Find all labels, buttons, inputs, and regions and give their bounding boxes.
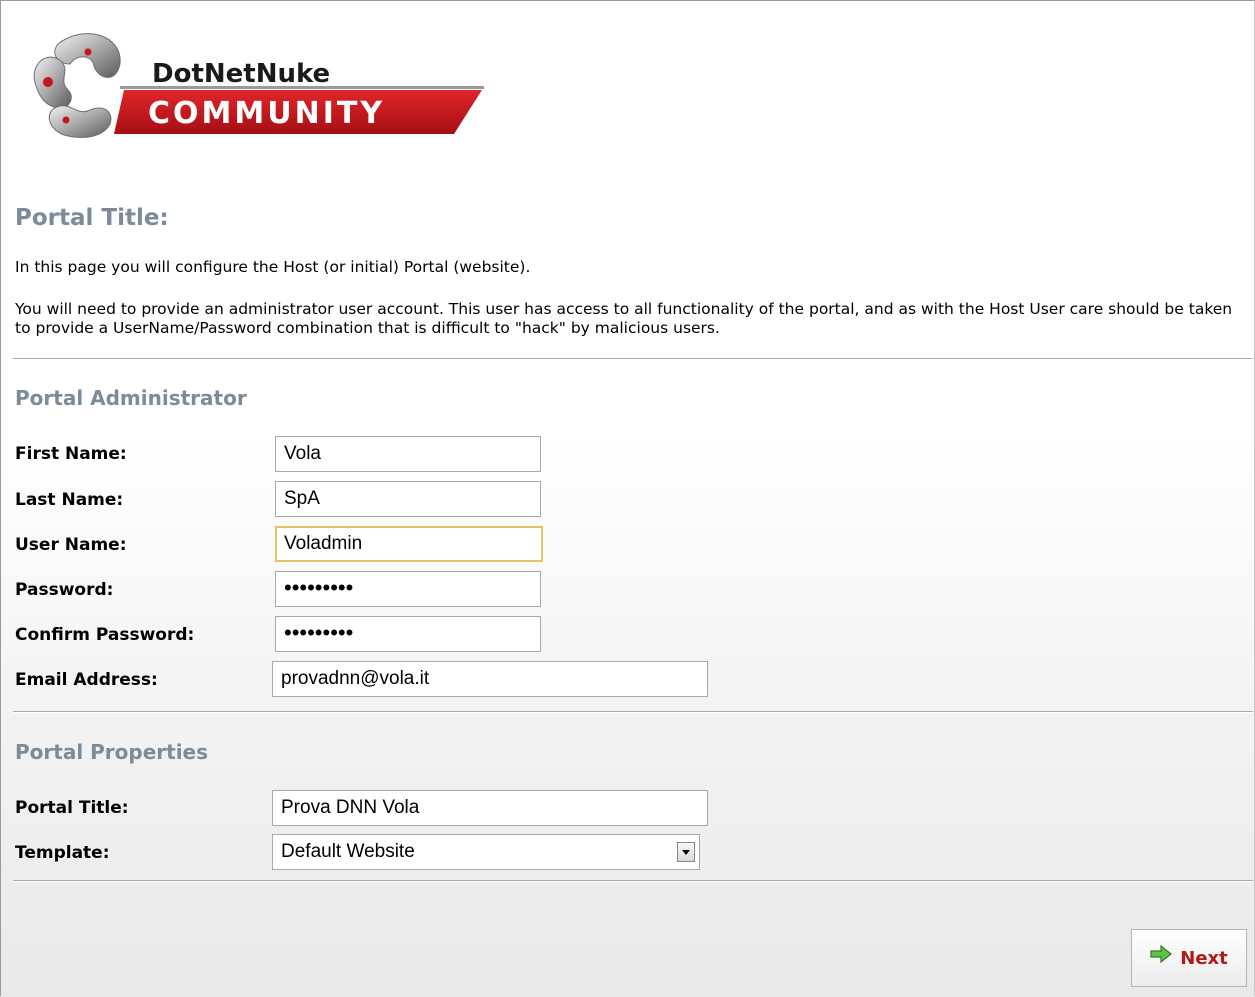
portal-title-label: Portal Title:: [15, 798, 129, 818]
logo-community: COMMUNITY: [148, 96, 385, 131]
password-label: Password:: [15, 580, 114, 600]
green-right-arrow-icon: [1150, 945, 1173, 963]
confirm-password-input[interactable]: •••••••••: [275, 616, 541, 652]
user-name-input[interactable]: Voladmin: [275, 526, 543, 562]
password-input[interactable]: •••••••••: [275, 571, 541, 607]
user-name-label: User Name:: [15, 535, 127, 555]
intro-text: In this page you will configure the Host…: [15, 258, 531, 276]
divider: [13, 880, 1253, 882]
dotnetnuke-logo: DotNetNuke COMMUNITY: [28, 24, 488, 142]
template-select[interactable]: Default Website: [272, 834, 700, 870]
dropdown-arrow-icon[interactable]: [677, 842, 695, 862]
logo-wordmark: DotNetNuke: [152, 59, 330, 89]
section-title-portal-properties: Portal Properties: [15, 740, 209, 764]
first-name-label: First Name:: [15, 444, 127, 464]
next-button[interactable]: Next: [1131, 929, 1247, 987]
email-address-label: Email Address:: [15, 670, 158, 690]
template-label: Template:: [15, 843, 110, 863]
confirm-password-label: Confirm Password:: [15, 625, 195, 645]
page-title: Portal Title:: [15, 205, 169, 231]
section-title-portal-administrator: Portal Administrator: [15, 386, 247, 410]
intro-description: You will need to provide an administrato…: [15, 300, 1233, 337]
last-name-input[interactable]: SpA: [275, 481, 541, 517]
email-input[interactable]: provadnn@vola.it: [272, 661, 708, 697]
last-name-label: Last Name:: [15, 490, 124, 510]
portal-title-input[interactable]: Prova DNN Vola: [272, 790, 708, 826]
first-name-input[interactable]: Vola: [275, 436, 541, 472]
divider: [13, 711, 1253, 713]
template-selected-value: Default Website: [281, 841, 415, 862]
divider: [13, 358, 1253, 360]
next-button-label: Next: [1180, 947, 1228, 969]
